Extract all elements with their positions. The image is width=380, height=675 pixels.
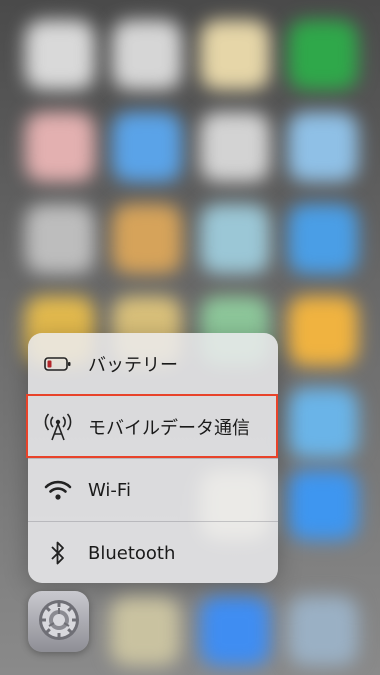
blurred-app-icon: [112, 112, 182, 182]
blurred-app-icon: [25, 204, 95, 274]
settings-gear-icon: [35, 596, 83, 648]
blurred-app-icon: [25, 20, 95, 90]
blurred-app-icon: [288, 596, 358, 666]
quick-action-bluetooth[interactable]: Bluetooth: [28, 522, 278, 583]
quick-action-label: Wi-Fi: [88, 479, 131, 501]
bluetooth-icon: [42, 537, 74, 569]
quick-actions-menu: バッテリー モバイルデータ通信 Wi-Fi Bluetooth: [28, 333, 278, 583]
blurred-app-icon: [288, 470, 358, 540]
quick-action-label: バッテリー: [88, 355, 178, 376]
quick-action-wifi[interactable]: Wi-Fi: [28, 459, 278, 521]
blurred-app-icon: [288, 296, 358, 366]
blurred-app-icon: [200, 596, 270, 666]
blurred-app-icon: [25, 112, 95, 182]
blurred-app-icon: [288, 20, 358, 90]
settings-app-icon[interactable]: [28, 591, 89, 652]
blurred-app-icon: [110, 596, 180, 666]
highlight-box: [26, 394, 278, 458]
quick-action-label: Bluetooth: [88, 542, 176, 564]
quick-action-battery[interactable]: バッテリー: [28, 333, 278, 395]
blurred-app-icon: [288, 112, 358, 182]
blurred-app-icon: [288, 204, 358, 274]
blurred-app-icon: [200, 204, 270, 274]
blurred-app-icon: [112, 204, 182, 274]
blurred-app-icon: [288, 388, 358, 458]
battery-icon: [42, 348, 74, 380]
wifi-icon: [42, 474, 74, 506]
blurred-app-icon: [112, 20, 182, 90]
blurred-app-icon: [200, 20, 270, 90]
blurred-app-icon: [200, 112, 270, 182]
